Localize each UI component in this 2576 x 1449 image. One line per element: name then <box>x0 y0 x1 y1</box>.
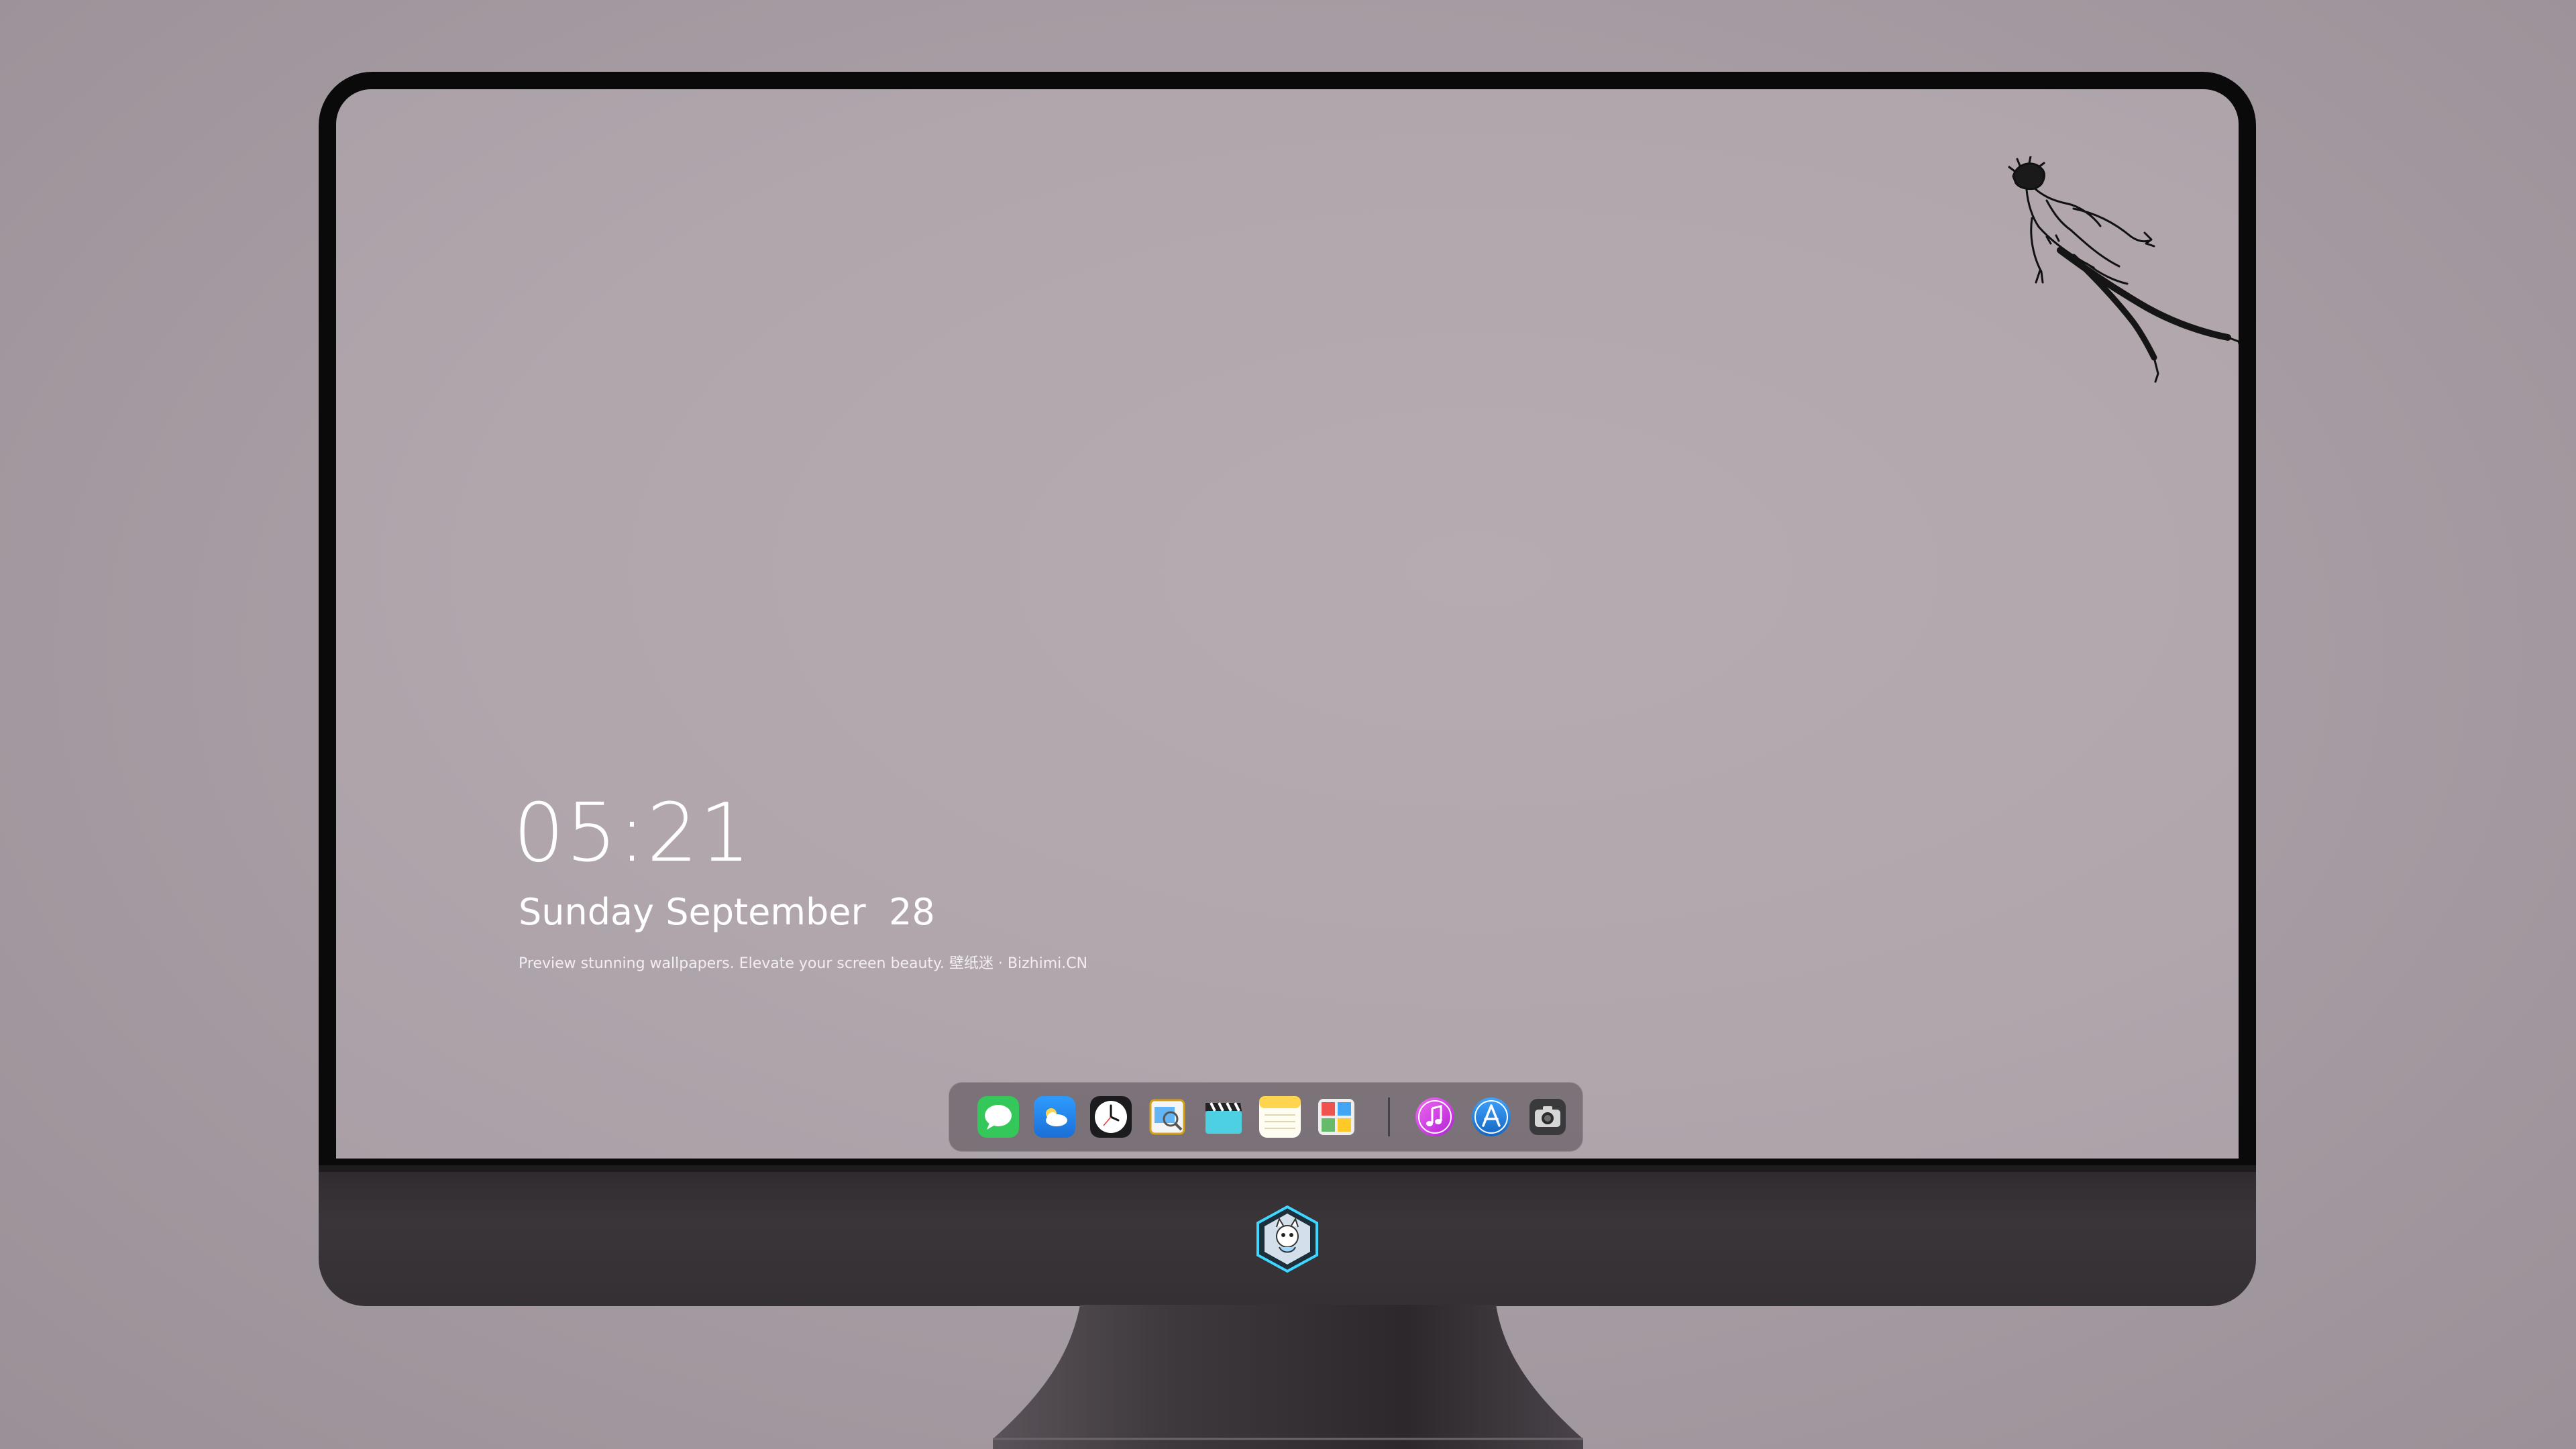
messages-icon[interactable] <box>977 1096 1019 1138</box>
dock-separator <box>1388 1097 1390 1136</box>
monitor-bezel: 05:21 Sunday September 28 Preview stunni… <box>319 72 2256 1172</box>
monitor-chin <box>319 1165 2256 1306</box>
desktop-screen: 05:21 Sunday September 28 Preview stunni… <box>336 89 2239 1159</box>
clapperboard-icon[interactable] <box>1203 1096 1244 1138</box>
photo-booth-icon[interactable] <box>1316 1096 1357 1138</box>
clock-time: 05:21 <box>513 787 752 880</box>
notes-icon[interactable] <box>1259 1096 1301 1138</box>
music-icon[interactable] <box>1414 1096 1456 1138</box>
preview-icon[interactable] <box>1146 1096 1188 1138</box>
mascot-logo-icon <box>1256 1205 1318 1273</box>
monitor: 05:21 Sunday September 28 Preview stunni… <box>319 72 2256 1306</box>
clock-date: Sunday September 28 <box>519 891 935 933</box>
camera-icon[interactable] <box>1527 1096 1568 1138</box>
app-store-icon[interactable] <box>1470 1096 1512 1138</box>
dock <box>949 1082 1583 1152</box>
clock-icon[interactable] <box>1090 1096 1132 1138</box>
weather-icon[interactable] <box>1034 1096 1075 1138</box>
monitor-stand <box>993 1305 1583 1449</box>
wallpaper-tagline: Preview stunning wallpapers. Elevate you… <box>519 955 1088 972</box>
floating-figure-sketch <box>2008 156 2239 383</box>
